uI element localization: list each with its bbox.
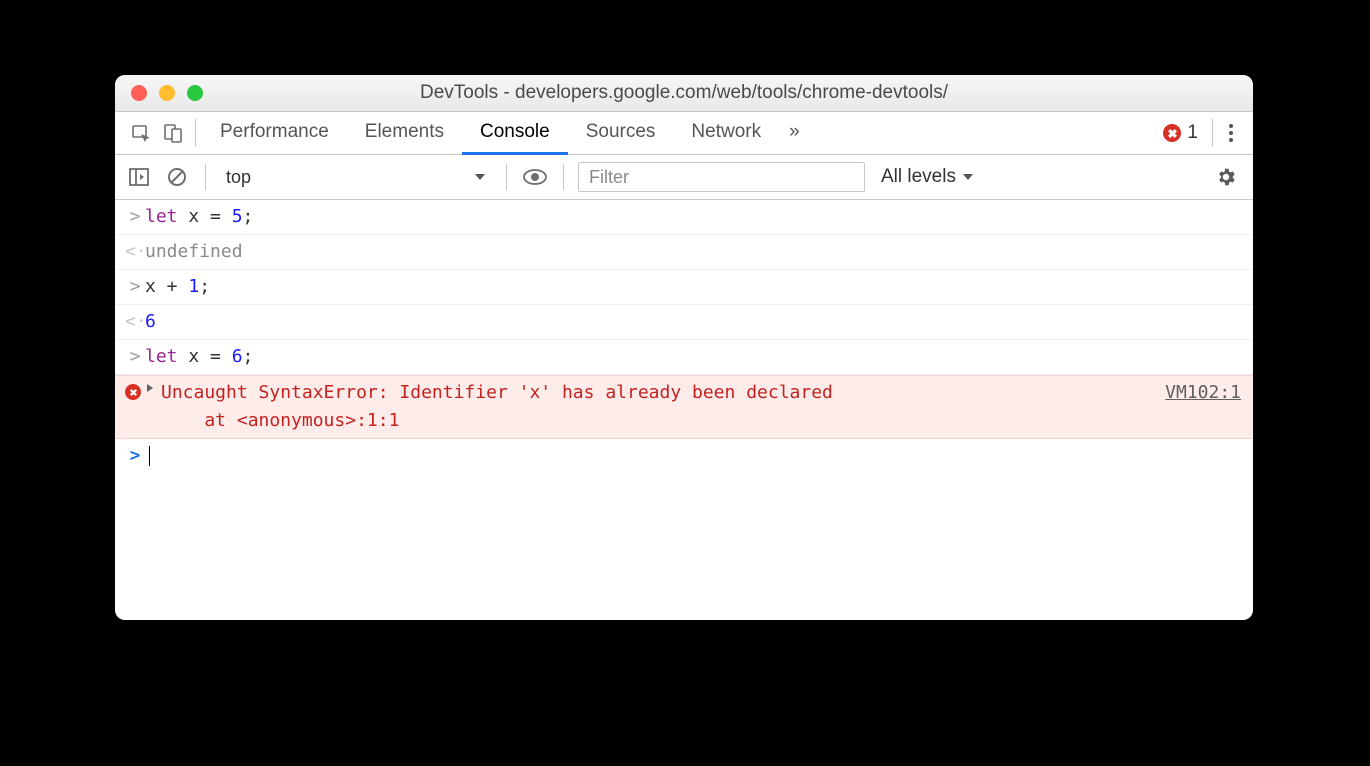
devtools-window: DevTools - developers.google.com/web/too… [115, 75, 1253, 620]
console-settings-icon[interactable] [1209, 166, 1243, 188]
error-source-link[interactable]: VM102:1 [1145, 379, 1241, 407]
panel-tabs: PerformanceElementsConsoleSourcesNetwork [202, 112, 779, 154]
console-row: >let x = 5; [115, 200, 1253, 235]
output-marker: <· [125, 238, 145, 266]
code-line: x + 1; [145, 273, 1241, 301]
console-row: >let x = 6; [115, 340, 1253, 375]
console-row: > [115, 439, 1253, 473]
tab-console[interactable]: Console [462, 112, 568, 155]
error-count: 1 [1187, 122, 1198, 144]
toggle-device-toolbar-icon[interactable] [157, 112, 189, 154]
filter-input[interactable] [578, 162, 865, 192]
close-window-button[interactable] [131, 85, 147, 101]
divider [563, 164, 564, 190]
tab-performance[interactable]: Performance [202, 112, 347, 155]
output-marker: <· [125, 308, 145, 336]
divider [1212, 119, 1213, 147]
more-options-button[interactable] [1219, 112, 1243, 154]
console-toolbar: top All levels [115, 155, 1253, 200]
chevron-down-icon [962, 173, 974, 181]
input-marker: > [125, 273, 145, 301]
tabs-overflow-button[interactable]: » [779, 112, 810, 155]
log-levels-label: All levels [881, 166, 956, 188]
live-expression-icon[interactable] [521, 169, 549, 185]
code-line: let x = 6; [145, 343, 1241, 371]
error-count-badge[interactable]: 1 [1155, 112, 1206, 154]
console-row: <·undefined [115, 235, 1253, 270]
devtools-tabbar: PerformanceElementsConsoleSourcesNetwork… [115, 112, 1253, 155]
code-line: let x = 5; [145, 203, 1241, 231]
window-title: DevTools - developers.google.com/web/too… [115, 82, 1253, 104]
clear-console-icon[interactable] [163, 167, 191, 187]
code-line: undefined [145, 238, 1241, 266]
console-row: Uncaught SyntaxError: Identifier 'x' has… [115, 375, 1253, 439]
log-levels-selector[interactable]: All levels [875, 166, 980, 188]
minimize-window-button[interactable] [159, 85, 175, 101]
inspect-element-icon[interactable] [125, 112, 157, 154]
console-row: >x + 1; [115, 270, 1253, 305]
zoom-window-button[interactable] [187, 85, 203, 101]
console-input[interactable] [145, 442, 1241, 470]
window-controls [115, 85, 203, 101]
prompt-marker: > [125, 442, 145, 470]
error-icon [125, 379, 145, 400]
input-marker: > [125, 203, 145, 231]
error-icon [1163, 124, 1181, 142]
divider [506, 164, 507, 190]
console-row: <·6 [115, 305, 1253, 340]
divider [205, 164, 206, 190]
toggle-console-sidebar-icon[interactable] [125, 168, 153, 186]
code-line: 6 [145, 308, 1241, 336]
execution-context-selector[interactable]: top [220, 163, 492, 192]
tab-sources[interactable]: Sources [568, 112, 674, 155]
chevron-down-icon [474, 173, 486, 181]
titlebar: DevTools - developers.google.com/web/too… [115, 75, 1253, 112]
tab-network[interactable]: Network [673, 112, 779, 155]
execution-context-label: top [226, 167, 251, 188]
divider [195, 119, 196, 147]
expand-triangle-icon[interactable] [145, 379, 161, 393]
input-marker: > [125, 343, 145, 371]
tab-elements[interactable]: Elements [347, 112, 462, 155]
error-message: Uncaught SyntaxError: Identifier 'x' has… [161, 379, 1145, 435]
console-output[interactable]: >let x = 5;<·undefined>x + 1;<·6>let x =… [115, 200, 1253, 473]
